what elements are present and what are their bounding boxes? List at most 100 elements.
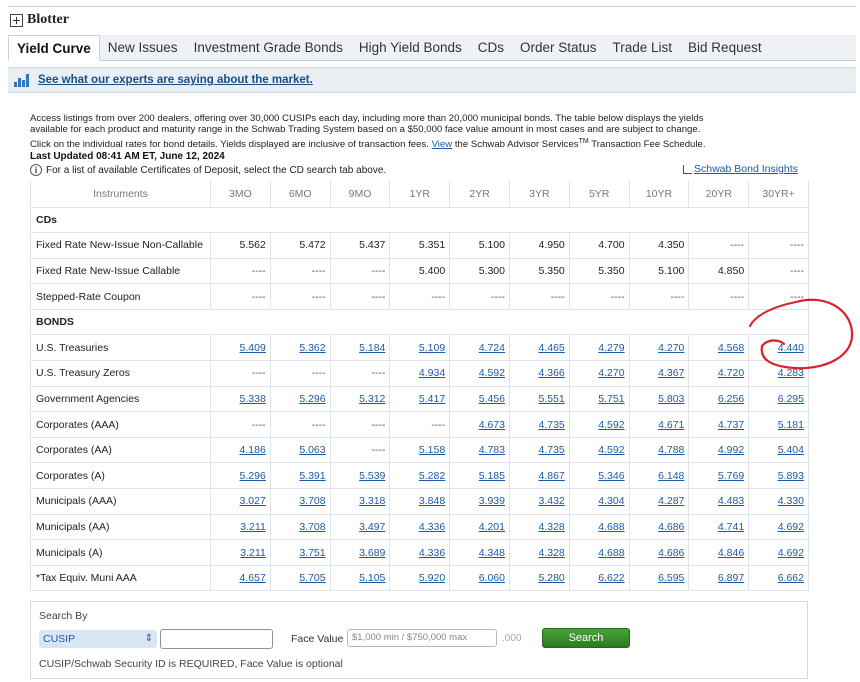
yield-link[interactable]: 6.060: [479, 572, 505, 584]
yield-link[interactable]: 3.751: [299, 547, 325, 559]
yield-link[interactable]: 4.783: [479, 444, 505, 456]
yield-link[interactable]: 3.211: [240, 547, 266, 559]
yield-link[interactable]: 5.296: [240, 470, 266, 482]
yield-link[interactable]: 6.295: [778, 393, 804, 405]
yield-link[interactable]: 4.735: [539, 444, 565, 456]
yield-link[interactable]: 5.417: [419, 393, 445, 405]
yield-link[interactable]: 6.595: [658, 572, 684, 584]
yield-link[interactable]: 4.270: [598, 367, 624, 379]
yield-link[interactable]: 5.338: [240, 393, 266, 405]
yield-link[interactable]: 5.184: [359, 342, 385, 354]
yield-link[interactable]: 6.897: [718, 572, 744, 584]
yield-link[interactable]: 4.336: [419, 521, 445, 533]
yield-link[interactable]: 4.720: [718, 367, 744, 379]
face-value-input[interactable]: $1,000 min / $750,000 max: [347, 629, 497, 647]
yield-link[interactable]: 4.592: [479, 367, 505, 379]
bond-insights-link[interactable]: Schwab Bond Insights: [683, 163, 798, 175]
yield-link[interactable]: 5.181: [778, 419, 804, 431]
yield-link[interactable]: 4.724: [479, 342, 505, 354]
yield-link[interactable]: 4.287: [658, 495, 684, 507]
yield-link[interactable]: 3.708: [299, 521, 325, 533]
yield-link[interactable]: 6.622: [598, 572, 624, 584]
tab-cds[interactable]: CDs: [470, 35, 512, 60]
yield-link[interactable]: 5.105: [359, 572, 385, 584]
yield-link[interactable]: 4.992: [718, 444, 744, 456]
search-type-select[interactable]: CUSIP ⇕: [39, 630, 157, 648]
yield-link[interactable]: 4.483: [718, 495, 744, 507]
yield-link[interactable]: 4.279: [598, 342, 624, 354]
yield-link[interactable]: 4.846: [718, 547, 744, 559]
yield-link[interactable]: 4.741: [718, 521, 744, 533]
yield-link[interactable]: 4.348: [479, 547, 505, 559]
yield-link[interactable]: 4.592: [598, 419, 624, 431]
yield-link[interactable]: 4.735: [539, 419, 565, 431]
yield-link[interactable]: 4.440: [778, 342, 804, 354]
tab-investment-grade-bonds[interactable]: Investment Grade Bonds: [186, 35, 351, 60]
yield-link[interactable]: 4.568: [718, 342, 744, 354]
yield-link[interactable]: 4.867: [539, 470, 565, 482]
cusip-input[interactable]: [160, 629, 273, 649]
yield-link[interactable]: 4.304: [598, 495, 624, 507]
yield-link[interactable]: 5.539: [359, 470, 385, 482]
yield-link[interactable]: 6.662: [778, 572, 804, 584]
yield-link[interactable]: 5.803: [658, 393, 684, 405]
yield-link[interactable]: 4.688: [598, 521, 624, 533]
yield-link[interactable]: 3.432: [539, 495, 565, 507]
yield-link[interactable]: 3.939: [479, 495, 505, 507]
yield-link[interactable]: 4.671: [658, 419, 684, 431]
yield-link[interactable]: 4.934: [419, 367, 445, 379]
yield-link[interactable]: 5.705: [299, 572, 325, 584]
yield-link[interactable]: 5.185: [479, 470, 505, 482]
yield-link[interactable]: 3.708: [299, 495, 325, 507]
yield-link[interactable]: 5.158: [419, 444, 445, 456]
yield-link[interactable]: 4.692: [778, 547, 804, 559]
yield-link[interactable]: 4.465: [539, 342, 565, 354]
yield-link[interactable]: 5.109: [419, 342, 445, 354]
yield-link[interactable]: 4.592: [598, 444, 624, 456]
tab-trade-list[interactable]: Trade List: [605, 35, 681, 60]
yield-link[interactable]: 4.692: [778, 521, 804, 533]
yield-link[interactable]: 4.328: [539, 521, 565, 533]
yield-link[interactable]: 5.063: [299, 444, 325, 456]
yield-link[interactable]: 6.148: [658, 470, 684, 482]
yield-link[interactable]: 4.330: [778, 495, 804, 507]
view-fee-schedule-link[interactable]: View: [432, 139, 453, 150]
tab-high-yield-bonds[interactable]: High Yield Bonds: [351, 35, 470, 60]
yield-link[interactable]: 5.551: [539, 393, 565, 405]
tab-yield-curve[interactable]: Yield Curve: [8, 35, 100, 61]
yield-link[interactable]: 3.689: [359, 547, 385, 559]
yield-link[interactable]: 4.367: [658, 367, 684, 379]
yield-link[interactable]: 4.366: [539, 367, 565, 379]
yield-link[interactable]: 3.027: [240, 495, 266, 507]
yield-link[interactable]: 5.409: [240, 342, 266, 354]
yield-link[interactable]: 4.283: [778, 367, 804, 379]
yield-link[interactable]: 4.201: [479, 521, 505, 533]
yield-link[interactable]: 4.688: [598, 547, 624, 559]
yield-link[interactable]: 5.893: [778, 470, 804, 482]
yield-link[interactable]: 5.362: [299, 342, 325, 354]
yield-link[interactable]: 5.769: [718, 470, 744, 482]
yield-link[interactable]: 6.256: [718, 393, 744, 405]
yield-link[interactable]: 3.211: [240, 521, 266, 533]
yield-link[interactable]: 4.788: [658, 444, 684, 456]
experts-link[interactable]: See what our experts are saying about th…: [38, 74, 313, 86]
yield-link[interactable]: 5.312: [359, 393, 385, 405]
expand-icon[interactable]: [10, 13, 23, 27]
yield-link[interactable]: 4.186: [240, 444, 266, 456]
yield-link[interactable]: 5.456: [479, 393, 505, 405]
tab-new-issues[interactable]: New Issues: [100, 35, 186, 60]
yield-link[interactable]: 4.328: [539, 547, 565, 559]
yield-link[interactable]: 4.657: [240, 572, 266, 584]
yield-link[interactable]: 4.737: [718, 419, 744, 431]
yield-link[interactable]: 5.296: [299, 393, 325, 405]
yield-link[interactable]: 5.280: [539, 572, 565, 584]
search-button[interactable]: Search: [542, 628, 630, 648]
tab-order-status[interactable]: Order Status: [512, 35, 605, 60]
yield-link[interactable]: 5.346: [598, 470, 624, 482]
yield-link[interactable]: 4.270: [658, 342, 684, 354]
yield-link[interactable]: 3.318: [359, 495, 385, 507]
yield-link[interactable]: 5.920: [419, 572, 445, 584]
yield-link[interactable]: 5.282: [419, 470, 445, 482]
yield-link[interactable]: 3.848: [419, 495, 445, 507]
tab-bid-request[interactable]: Bid Request: [680, 35, 770, 60]
